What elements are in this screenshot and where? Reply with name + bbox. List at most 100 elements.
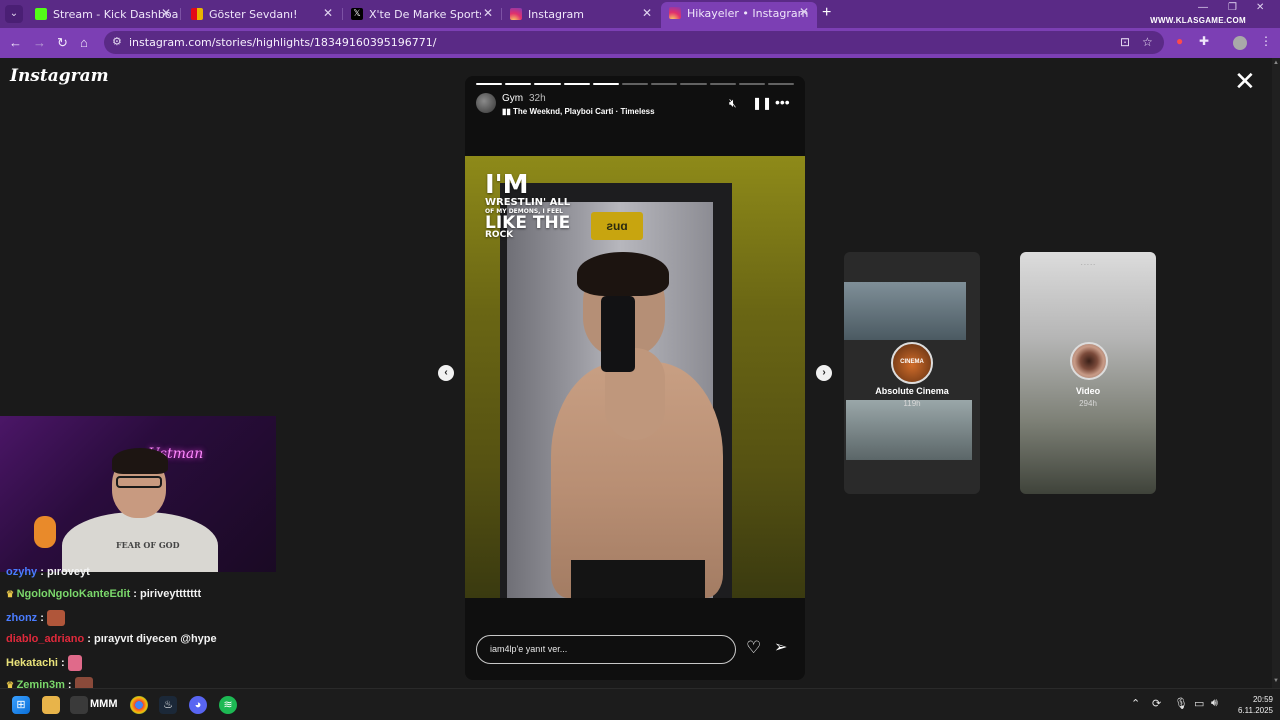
stream-overlay-label: MMM [90,698,118,710]
chat-message: ♛ NgoloNgoloKanteEdit : piriveyttttttt [6,588,202,600]
highlight-preview-video[interactable]: · · · · · Video 294h [1020,252,1156,494]
spotify-icon[interactable]: ≋ [219,696,237,714]
tab-title: Göster Sevdanı! [209,8,298,21]
system-clock[interactable]: 20:59 6.11.2025 [1233,694,1273,716]
story-progress-segment [738,83,765,85]
previous-story-arrow-icon[interactable]: ‹ [438,365,454,381]
tab-search-menu-icon[interactable]: ⌄ [5,5,23,23]
story-progress-segment [592,83,619,85]
person-hair [577,252,669,296]
site-favicon-icon [191,8,203,20]
close-tab-icon[interactable]: ✕ [161,6,171,20]
send-icon[interactable]: ➢ [774,637,787,657]
story-progress-segment [505,83,532,85]
close-icon[interactable]: ✕ [1234,68,1256,94]
sync-icon[interactable]: ⟳ [1152,697,1161,710]
emote-icon [67,655,82,671]
scrollbar[interactable] [1272,58,1280,688]
highlight-preview-absolute-cinema[interactable]: CINEMA Absolute Cinema 119h [844,252,980,494]
highlight-time: 294h [1079,399,1097,408]
streamer-glasses [116,476,162,488]
extension-icon[interactable]: ● [1176,34,1183,48]
browser-tab-strip: ⌄ Stream - Kick Dashboard ✕ Göster Sevda… [0,0,1280,28]
story-progress-segment [534,83,561,85]
story-progress-segment [709,83,736,85]
back-icon[interactable]: ← [9,35,22,51]
tab-kick-dashboard[interactable]: Stream - Kick Dashboard ✕ [27,3,179,25]
close-window-icon[interactable]: ✕ [1256,2,1264,13]
streamer-hair [112,448,168,474]
scroll-down-icon[interactable]: ▼ [1272,678,1280,684]
webcam-overlay: Ustman FEAR OF GOD [0,416,276,572]
microphone-icon[interactable]: 🎙︎ [1174,697,1188,710]
story-text-line: I'M [485,170,529,200]
clock-time: 20:59 [1252,695,1273,704]
restore-icon[interactable]: ❐ [1228,2,1237,13]
tab-goster-sevdani[interactable]: Göster Sevdanı! ✕ [183,3,341,25]
extensions-puzzle-icon[interactable]: ✚ [1199,34,1209,48]
tab-x-post[interactable]: 𝕏 X'te De Marke Sports: "SON DA ✕ [343,3,501,25]
pause-icon[interactable]: ❚❚ [752,96,772,110]
highlight-name: Absolute Cinema [875,386,949,396]
close-tab-icon[interactable]: ✕ [642,6,652,20]
bookmark-star-icon[interactable]: ☆ [1142,35,1153,49]
home-icon[interactable]: ⌂ [80,35,88,51]
hoodie-text: FEAR OF GOD [116,540,180,550]
mute-icon[interactable]: 🔇︎ [729,96,737,111]
chrome-icon[interactable] [130,696,148,714]
phone [601,296,635,372]
close-tab-icon[interactable]: ✕ [483,6,493,20]
story-music-label[interactable]: ▮▮ The Weeknd, Playboi Carti · Timeless [502,107,655,116]
avatar-label: CINEMA [900,359,924,365]
profile-avatar[interactable] [1233,36,1247,50]
story-avatar[interactable] [476,93,496,113]
chat-message: ozyhy : pıroveyt [6,566,90,578]
site-info-icon[interactable]: ⚙ [112,35,122,48]
more-options-icon[interactable]: ••• [775,94,790,110]
instagram-logo[interactable]: Instagram [10,66,109,86]
tab-hikayeler-instagram[interactable]: Hikayeler • Instagram ✕ [661,2,817,28]
close-tab-icon[interactable]: ✕ [799,5,809,19]
tab-instagram[interactable]: Instagram ✕ [502,3,660,25]
steam-icon[interactable]: ♨ [159,696,177,714]
browser-menu-icon[interactable]: ⋮ [1260,34,1272,48]
reload-icon[interactable]: ↻ [57,35,68,51]
address-bar[interactable]: ⚙ instagram.com/stories/highlights/18349… [104,31,1164,54]
story-progress-segment [476,83,503,85]
scroll-up-icon[interactable]: ▲ [1272,60,1280,66]
install-app-icon[interactable]: ⊡ [1120,35,1130,49]
chat-username: NgoloNgoloKanteEdit [16,588,131,600]
story-card[interactable]: Gym 32h ▮▮ The Weeknd, Playboi Carti · T… [465,76,805,680]
network-icon[interactable]: ▭ [1194,697,1204,710]
start-windows-icon[interactable]: ⊞ [12,696,30,714]
tab-title: Instagram [528,8,584,21]
story-progress-segment [621,83,649,85]
next-story-arrow-icon[interactable]: › [816,365,832,381]
like-heart-icon[interactable]: ♡ [746,638,761,658]
story-progress-segment [767,83,795,85]
story-music-text: The Weeknd, Playboi Carti · Timeless [513,107,655,116]
highlight-time: 119h [903,399,921,408]
reply-input[interactable]: iam4lp'e yanıt ver... [476,635,736,664]
forward-icon[interactable]: → [33,35,46,51]
highlight-avatar: CINEMA [891,342,933,384]
story-text-line: WRESTLIN' ALL [485,197,571,208]
file-explorer-icon[interactable] [42,696,60,714]
story-progress-segment [680,83,707,85]
person-pants [571,560,705,598]
tab-separator [180,8,181,20]
chat-username: zhonz [6,611,38,624]
app-icon[interactable] [70,696,88,714]
chat-overlay: ozyhy : pıroveyt ♛ NgoloNgoloKanteEdit :… [0,566,300,693]
clock-date: 6.11.2025 [1238,706,1273,715]
music-bars-icon: ▮▮ [502,107,514,116]
minimize-icon[interactable]: — [1198,2,1208,13]
close-tab-icon[interactable]: ✕ [323,6,333,20]
show-hidden-icons-icon[interactable]: ⌃ [1131,697,1140,710]
story-username[interactable]: Gym [502,93,523,104]
discord-icon[interactable]: ◕ [189,696,207,714]
chat-message: zhonz : [6,610,65,626]
story-timestamp: 32h [529,93,546,104]
volume-icon[interactable]: 🔊︎ [1211,697,1218,710]
new-tab-button[interactable]: + [822,4,831,22]
